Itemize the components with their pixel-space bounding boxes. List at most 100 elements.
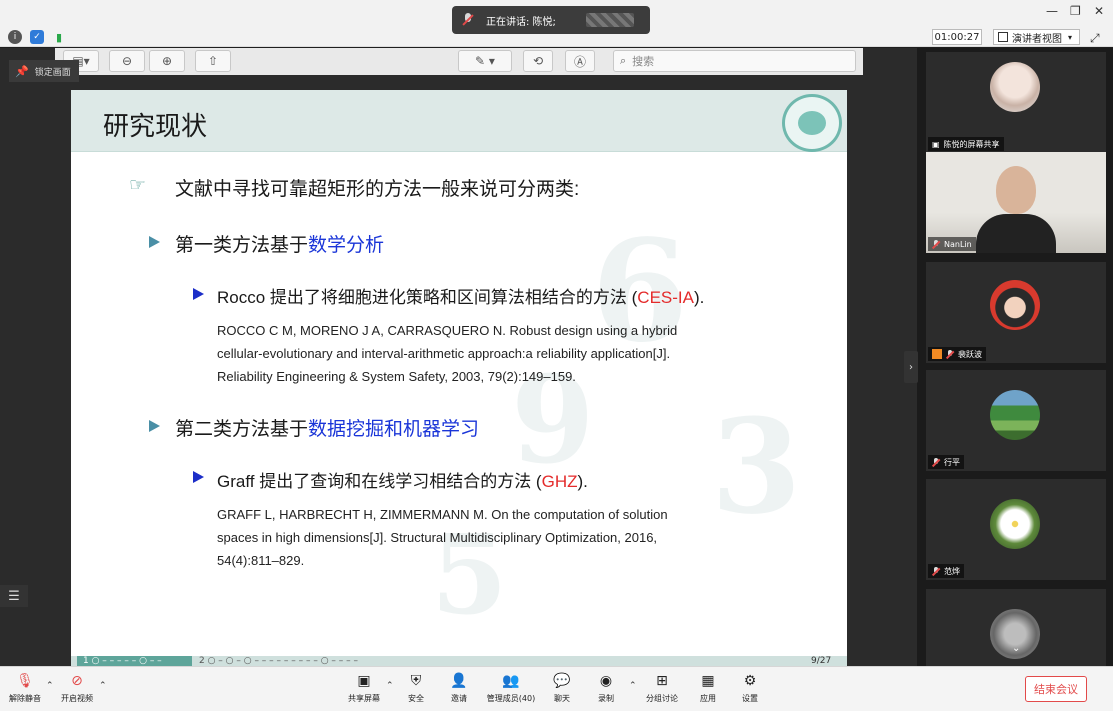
method-two: Graff 提出了查询和在线学习相结合的方法 (GHZ). <box>217 467 588 492</box>
speaker-view-label: 演讲者视图 <box>1012 33 1062 45</box>
meeting-toolbar: 🎙 解除静音 ⌃ ⊘ 开启视频 ⌃ ▣ 共享屏幕 ⌃ ⛨ 安全 👤 邀请 👥 管… <box>0 666 1113 711</box>
participant-tile[interactable]: NanLin <box>926 152 1106 253</box>
video-feed-face <box>996 166 1036 214</box>
chat-label: 聊天 <box>554 694 570 703</box>
participant-tile[interactable]: ▣ 陈悦的屏幕共享 <box>926 52 1106 153</box>
section-one-progress[interactable]: 1 ○ – – – – – ○ – – <box>77 656 192 666</box>
rotate-button[interactable]: ⟲ <box>523 50 553 72</box>
search-field[interactable]: ⌕ 搜索 <box>613 50 856 72</box>
list-icon[interactable]: ☰ <box>0 585 28 607</box>
muted-mic-icon <box>462 13 474 27</box>
chevron-up-icon[interactable]: ⌃ <box>99 681 107 691</box>
search-icon: ⌕ <box>620 54 627 67</box>
slide-header: 研究现状 <box>71 90 847 152</box>
participant-name: 范烨 <box>944 566 960 576</box>
chevron-down-icon: ▾ <box>1068 32 1073 42</box>
annotate-button[interactable]: Ⓐ <box>565 50 595 72</box>
breakout-button[interactable]: ⊞ 分组讨论 <box>637 673 687 704</box>
muted-mic-icon <box>946 349 954 359</box>
participant-nameplate: 裴跃波 <box>928 347 986 361</box>
signal-icon[interactable]: ▮ <box>52 30 66 44</box>
category-one: 第一类方法基于数学分析 <box>175 230 384 257</box>
shield-icon: ⛨ <box>410 673 422 689</box>
chat-button[interactable]: 💬 聊天 <box>537 673 587 704</box>
record-button[interactable]: ◉ 录制 <box>581 673 631 704</box>
reference-one-line: cellular-evolutionary and interval-arith… <box>217 346 671 361</box>
zoom-out-button[interactable]: ⊖ <box>109 50 145 72</box>
meeting-timer: 01:00:27 <box>932 29 982 45</box>
participant-tile[interactable]: 行平 <box>926 370 1106 471</box>
pin-screen-button[interactable]: 📌 锁定画面 <box>9 60 79 82</box>
reference-two-line: spaces in high dimensions[J]. Structural… <box>217 530 658 545</box>
fullscreen-icon[interactable]: ⤢ <box>1090 31 1100 46</box>
reference-one-line: Reliability Engineering & System Safety,… <box>217 369 576 384</box>
breakout-label: 分组讨论 <box>646 694 678 703</box>
end-meeting-button[interactable]: 结束会议 <box>1025 676 1087 702</box>
invite-icon: 👤 <box>450 673 468 689</box>
participant-tile[interactable]: 范烨 <box>926 479 1106 580</box>
method-one-highlight: CES-IA <box>637 288 694 307</box>
bullet-triangle-icon <box>149 236 160 248</box>
host-icon <box>932 349 942 359</box>
avatar <box>990 499 1040 549</box>
participant-tile[interactable]: 裴跃波 <box>926 262 1106 363</box>
slide-title: 研究现状 <box>103 112 208 142</box>
chevron-down-icon[interactable]: ⌄ <box>1012 643 1020 654</box>
reference-two-line: GRAFF L, HARBRECHT H, ZIMMERMANN M. On t… <box>217 507 668 522</box>
share-screen-icon: ▣ <box>357 673 371 689</box>
unmute-button[interactable]: 🎙 解除静音 <box>0 673 50 704</box>
category-two-prefix: 第二类方法基于 <box>175 419 309 440</box>
markup-button[interactable]: ✎ ▾ <box>458 50 512 72</box>
minimize-icon[interactable]: — <box>1046 4 1058 18</box>
avatar <box>990 280 1040 330</box>
breakout-icon: ⊞ <box>656 673 668 689</box>
zoom-out-icon: ⊖ <box>121 54 133 68</box>
bullet-triangle-icon <box>193 288 204 300</box>
chat-icon: 💬 <box>553 673 571 689</box>
pin-icon: 📌 <box>15 64 29 78</box>
participant-nameplate: NanLin <box>928 237 976 251</box>
speaking-indicator: 正在讲话: 陈悦; <box>452 6 650 34</box>
muted-mic-icon: 🎙 <box>16 673 34 689</box>
start-video-button[interactable]: ⊘ 开启视频 <box>52 673 102 704</box>
category-one-highlight: 数学分析 <box>308 235 385 256</box>
search-placeholder: 搜索 <box>632 55 655 68</box>
maximize-icon[interactable]: ❐ <box>1070 4 1081 18</box>
presentation-slide: 6 9 3 5 研究现状 ☞ 文献中寻找可靠超矩形的方法一般来说可分两类: 第一… <box>71 90 847 666</box>
manage-members-button[interactable]: 👥 管理成员(40) <box>484 673 538 704</box>
pin-screen-label: 锁定画面 <box>34 67 71 78</box>
apps-label: 应用 <box>700 694 716 703</box>
participant-tile[interactable]: ⌄ <box>926 589 1106 666</box>
muted-mic-icon <box>932 566 940 576</box>
info-icon[interactable]: i <box>8 30 22 44</box>
manage-members-label: 管理成员(40) <box>486 694 536 703</box>
bullet-triangle-icon <box>193 471 204 483</box>
pdf-viewer-toolbar: ▤▾ ⊖ ⊕ ⇧ ✎ ▾ ⟲ Ⓐ ⌕ 搜索 <box>55 48 863 75</box>
method-one-prefix: Rocco 提出了将细胞进化策略和区间算法相结合的方法 ( <box>217 288 638 307</box>
screen-share-icon: ▣ <box>932 139 940 149</box>
chevron-up-icon[interactable]: ⌃ <box>629 681 637 691</box>
settings-button[interactable]: ⚙ 设置 <box>725 673 775 704</box>
pen-icon: ✎ ▾ <box>475 54 495 68</box>
participant-nameplate: 行平 <box>928 455 964 469</box>
unmute-label: 解除静音 <box>9 694 41 703</box>
method-one-suffix: ). <box>693 288 705 307</box>
share-screen-button[interactable]: ▣ 共享屏幕 <box>339 673 389 704</box>
invite-button[interactable]: 👤 邀请 <box>434 673 484 704</box>
reference-two: GRAFF L, HARBRECHT H, ZIMMERMANN M. On t… <box>217 503 668 572</box>
zoom-in-button[interactable]: ⊕ <box>149 50 185 72</box>
section-two-progress[interactable]: 2 ○ – ○ – ○ – – – – – – – – – ○ – – – – <box>199 656 358 666</box>
rotate-icon: ⟲ <box>532 54 544 68</box>
annotate-icon: Ⓐ <box>573 54 586 69</box>
page-number: 9/27 <box>811 656 832 666</box>
share-screen-label: 共享屏幕 <box>348 694 380 703</box>
reference-two-line: 54(4):811–829. <box>217 553 305 568</box>
share-button[interactable]: ⇧ <box>195 50 231 72</box>
blurred-name <box>585 13 634 27</box>
close-icon[interactable]: ✕ <box>1094 4 1104 18</box>
speaker-view-button[interactable]: 演讲者视图 ▾ <box>993 29 1080 45</box>
shield-icon[interactable]: ✓ <box>30 30 44 44</box>
collapse-gallery-button[interactable]: › <box>904 351 918 383</box>
bullet-triangle-icon <box>149 420 160 432</box>
avatar <box>990 390 1040 440</box>
